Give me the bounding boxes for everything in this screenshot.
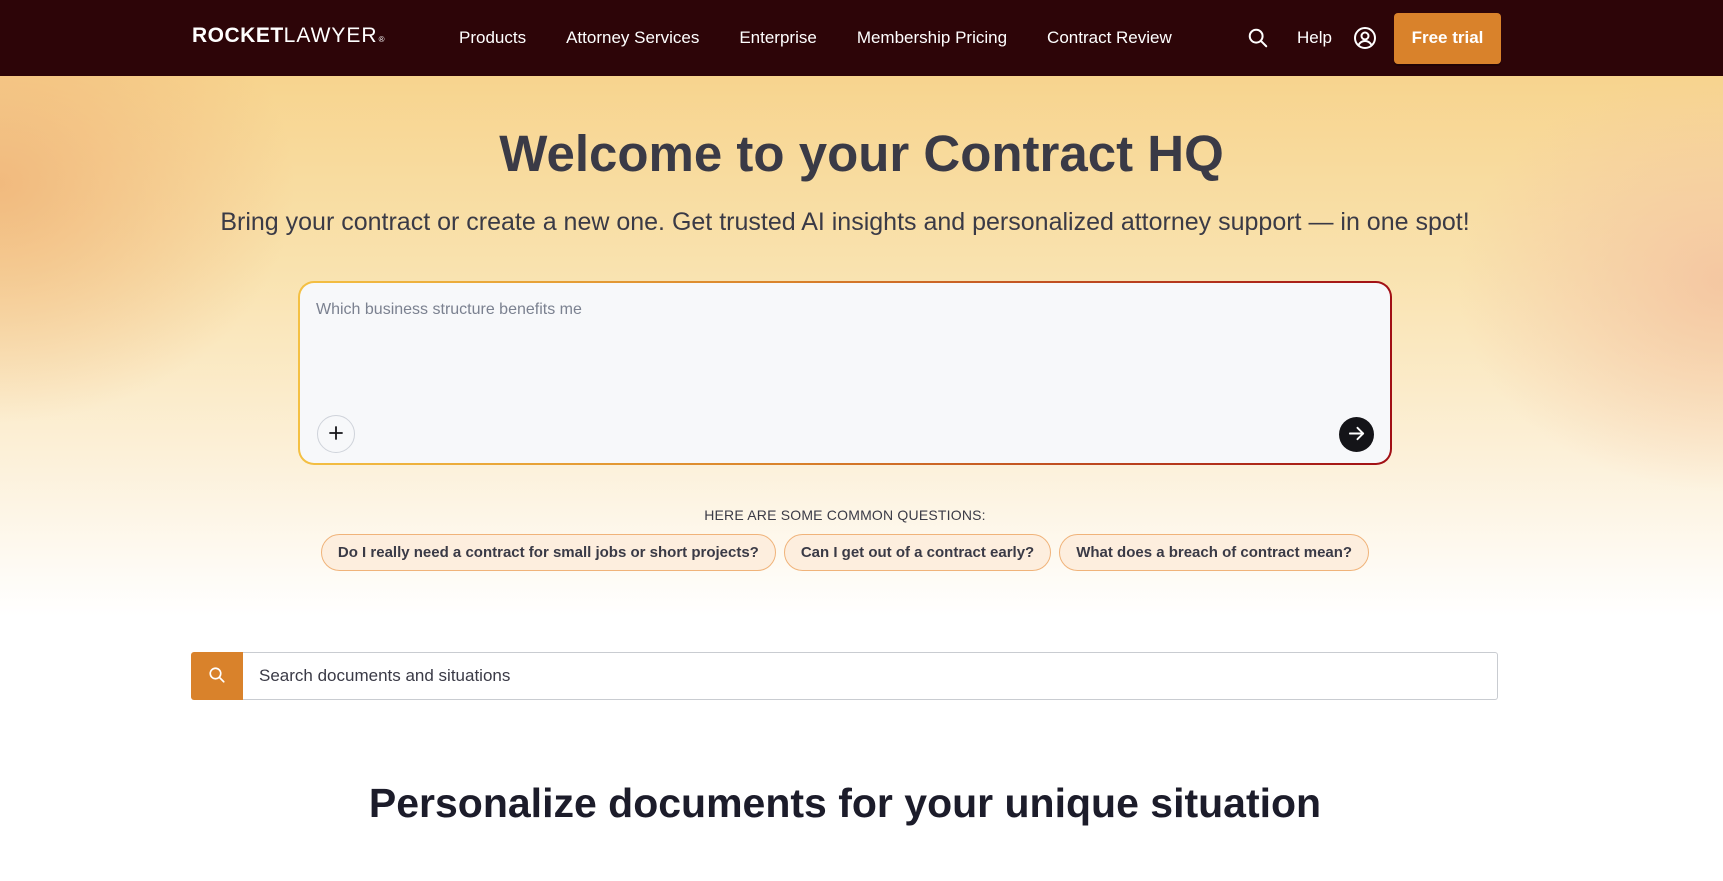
common-questions-list: Do I really need a contract for small jo… <box>0 534 1690 571</box>
logo-light-text: LAWYER <box>283 24 378 47</box>
logo-registered-mark: ® <box>378 35 385 44</box>
nav-item-products[interactable]: Products <box>459 28 526 48</box>
ai-prompt-box <box>300 283 1390 463</box>
attach-button[interactable] <box>317 415 355 453</box>
free-trial-button[interactable]: Free trial <box>1394 12 1501 64</box>
page-title: Welcome to your Contract HQ <box>499 125 1224 182</box>
search-icon[interactable] <box>1245 25 1271 51</box>
hero-subtitle: Bring your contract or create a new one.… <box>220 208 1470 236</box>
nav-item-enterprise[interactable]: Enterprise <box>739 28 816 48</box>
ai-prompt-card <box>298 281 1392 465</box>
document-search-input[interactable] <box>243 652 1498 700</box>
section-title: Personalize documents for your unique si… <box>368 780 1322 826</box>
question-chip[interactable]: Can I get out of a contract early? <box>783 534 1052 571</box>
search-icon <box>208 666 226 687</box>
document-search-bar <box>191 652 1498 700</box>
main-nav: Products Attorney Services Enterprise Me… <box>459 0 1212 76</box>
top-navigation-bar: ROCKET LAWYER ® Products Attorney Servic… <box>0 0 1723 76</box>
rocket-lawyer-logo[interactable]: ROCKET LAWYER ® <box>192 24 385 48</box>
nav-item-attorney-services[interactable]: Attorney Services <box>566 28 699 48</box>
help-link[interactable]: Help <box>1297 28 1332 48</box>
question-chip[interactable]: What does a breach of contract mean? <box>1059 534 1370 571</box>
nav-item-membership-pricing[interactable]: Membership Pricing <box>857 28 1007 48</box>
logo-strong-text: ROCKET <box>192 24 284 47</box>
nav-item-contract-review[interactable]: Contract Review <box>1047 28 1172 48</box>
send-button[interactable] <box>1339 417 1374 452</box>
arrow-right-icon <box>1347 424 1366 446</box>
plus-icon <box>328 425 344 444</box>
common-questions-label: HERE ARE SOME COMMON QUESTIONS: <box>704 507 986 523</box>
ai-prompt-input[interactable] <box>316 301 1356 401</box>
hero-section: Welcome to your Contract HQ Bring your c… <box>0 76 1723 616</box>
question-chip[interactable]: Do I really need a contract for small jo… <box>320 534 776 571</box>
header-actions: Help Free trial <box>1245 0 1501 76</box>
user-circle-icon[interactable] <box>1352 25 1378 51</box>
document-search-button[interactable] <box>191 652 243 700</box>
